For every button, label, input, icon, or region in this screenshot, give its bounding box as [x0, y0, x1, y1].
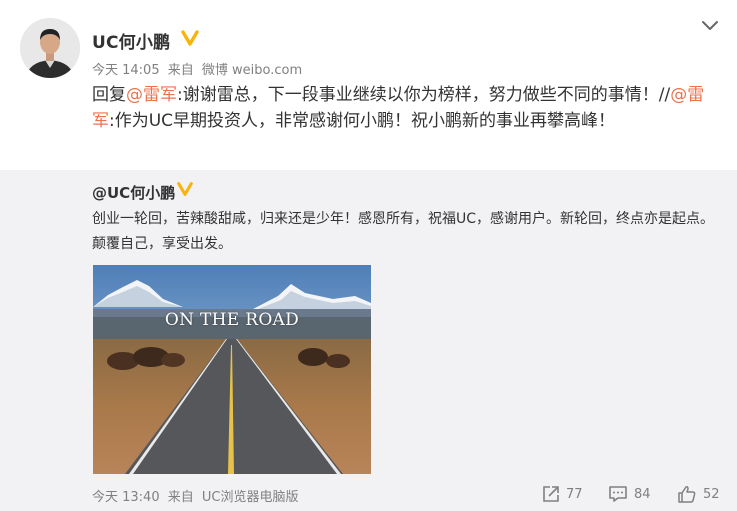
repost-count: 77	[566, 486, 583, 502]
verified-badge-icon	[177, 182, 193, 196]
like-button[interactable]: 52	[677, 484, 720, 504]
photo-caption: ON THE ROAD	[164, 310, 300, 330]
post-source-prefix: 来自	[167, 63, 194, 78]
like-count: 52	[703, 486, 720, 502]
reply-prefix: 回复	[92, 85, 126, 105]
post-photo[interactable]: ON THE ROAD	[93, 265, 371, 474]
original-meta: 今天 13:40 来自 UC浏览器电脑版	[92, 486, 303, 505]
post-text-part: :谢谢雷总，下一段事业继续以你为榜样，努力做些不同的事情！//	[177, 85, 671, 105]
verified-badge-icon	[181, 30, 199, 46]
mention-link[interactable]: @雷军	[126, 85, 177, 105]
post-text: 回复@雷军:谢谢雷总，下一段事业继续以你为榜样，努力做些不同的事情！//@雷军:…	[92, 82, 712, 134]
reposted-original: @UC何小鹏 创业一轮回，苦辣酸甜咸，归来还是少年！感恩所有，祝福UC，感谢用户…	[0, 170, 737, 511]
original-source-prefix: 来自	[167, 490, 194, 505]
thumbs-up-icon	[678, 486, 696, 503]
original-text: 创业一轮回，苦辣酸甜咸，归来还是少年！感恩所有，祝福UC，感谢用户。新轮回，终点…	[92, 211, 715, 252]
post-meta: 今天 14:05 来自 微博 weibo.com	[92, 59, 306, 78]
original-time[interactable]: 今天 13:40	[92, 490, 160, 505]
weibo-post: UC何小鹏 今天 14:05 来自 微博 weibo.com 回复@雷军:谢谢雷…	[0, 0, 737, 511]
comment-button[interactable]: 84	[608, 484, 651, 504]
comment-count: 84	[634, 486, 651, 502]
repost-button[interactable]: 77	[542, 484, 583, 504]
chevron-down-icon[interactable]	[700, 18, 720, 34]
comment-icon	[609, 486, 627, 502]
repost-icon	[543, 486, 559, 502]
post-source[interactable]: 微博 weibo.com	[202, 63, 302, 78]
post-time[interactable]: 今天 14:05	[92, 63, 160, 78]
avatar[interactable]	[20, 18, 80, 78]
original-source[interactable]: UC浏览器电脑版	[202, 490, 299, 505]
original-author[interactable]: @UC何小鹏	[92, 182, 175, 203]
user-name[interactable]: UC何小鹏	[92, 28, 170, 53]
post-text-part: :作为UC早期投资人，非常感谢何小鹏！祝小鹏新的事业再攀高峰！	[109, 111, 616, 131]
